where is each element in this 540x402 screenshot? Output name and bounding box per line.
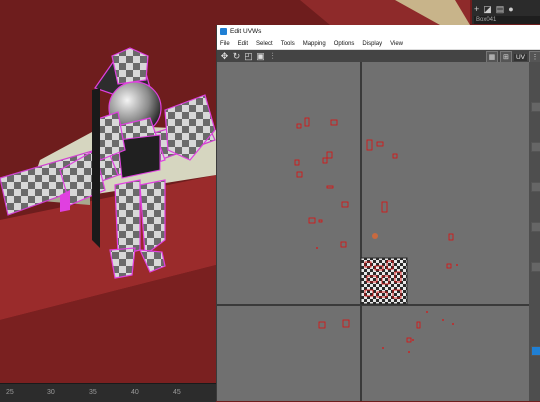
modify-icon[interactable]: ◪ <box>483 4 492 15</box>
menu-view[interactable]: View <box>386 41 407 47</box>
menu-display[interactable]: Display <box>358 41 386 47</box>
menu-tools[interactable]: Tools <box>277 41 299 47</box>
window-titlebar[interactable]: Edit UVWs <box>217 25 540 38</box>
create-icon[interactable]: + <box>474 4 479 15</box>
strip-button-icon[interactable] <box>531 262 540 272</box>
strip-button-icon[interactable] <box>531 142 540 152</box>
ruler-tick: 45 <box>173 389 181 396</box>
strip-button-icon[interactable] <box>531 102 540 112</box>
menu-mapping[interactable]: Mapping <box>299 41 330 47</box>
command-panel: + ◪ ▤ ● Box041 <box>472 0 540 24</box>
window-title: Edit UVWs <box>230 28 262 35</box>
pack-button-icon[interactable] <box>531 346 540 356</box>
ruler-tick: 35 <box>89 389 97 396</box>
uv-layout <box>217 62 540 401</box>
display-icon[interactable]: ● <box>508 4 513 15</box>
max-app-icon <box>220 28 227 35</box>
object-name-field[interactable]: Box041 <box>474 16 540 24</box>
edit-uvws-window: Edit UVWs File Edit Select Tools Mapping… <box>216 25 540 401</box>
timeline-ruler[interactable]: 25 30 35 40 45 <box>0 383 216 402</box>
rotate-icon[interactable]: ↻ <box>232 51 241 61</box>
move-icon[interactable]: ✥ <box>220 51 229 61</box>
uv-editor-canvas[interactable] <box>217 62 540 401</box>
menu-select[interactable]: Select <box>252 41 277 47</box>
menu-file[interactable]: File <box>217 41 234 47</box>
ruler-tick: 25 <box>6 389 14 396</box>
menu-edit[interactable]: Edit <box>234 41 252 47</box>
uv-side-toolbar <box>529 62 540 401</box>
freeform-icon[interactable]: ▣ <box>256 51 265 61</box>
ruler-tick: 30 <box>47 389 55 396</box>
uv-space-label[interactable]: UV <box>513 53 527 61</box>
strip-button-icon[interactable] <box>531 182 540 192</box>
menu-bar: File Edit Select Tools Mapping Options D… <box>217 38 540 50</box>
mirror-icon[interactable]: ⫶ <box>268 51 277 61</box>
ruler-tick: 40 <box>131 389 139 396</box>
menu-options[interactable]: Options <box>330 41 359 47</box>
hierarchy-icon[interactable]: ▤ <box>496 4 505 15</box>
scale-icon[interactable]: ◰ <box>244 51 253 61</box>
strip-button-icon[interactable] <box>531 222 540 232</box>
